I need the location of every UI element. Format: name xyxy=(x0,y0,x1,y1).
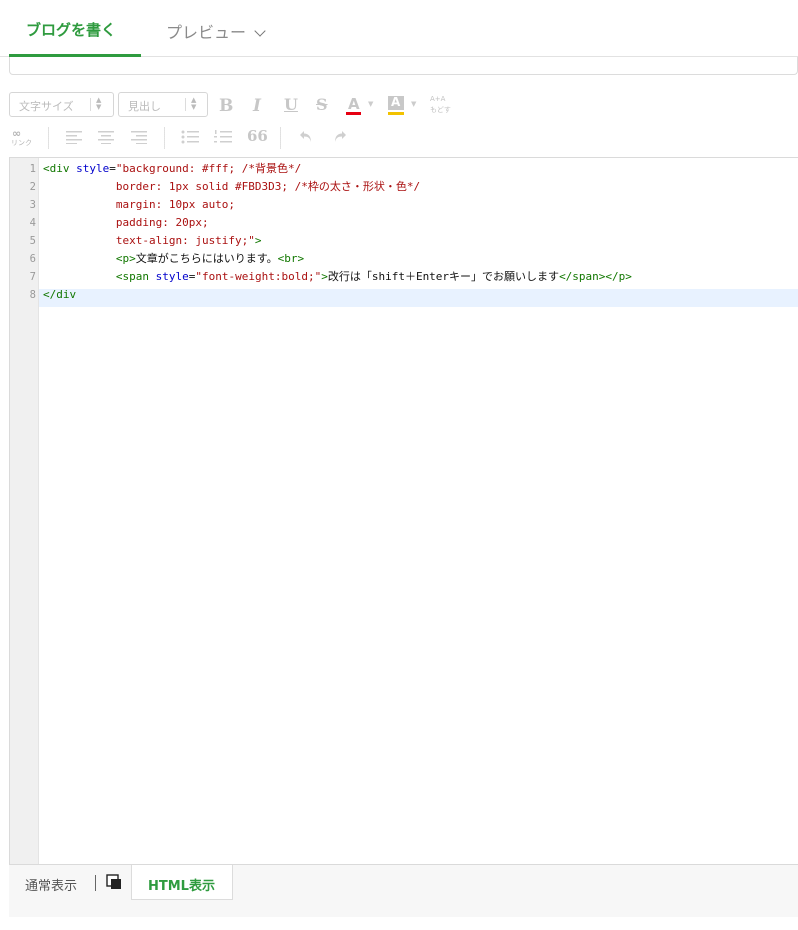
reset-format-top: A+A xyxy=(430,95,446,103)
select-arrows-icon: ▲ ▼ xyxy=(191,96,197,111)
code-line[interactable]: <p>文章がこちらにはいります。<br> xyxy=(43,250,304,268)
code-token: border: 1px solid #FBD3D3; /*枠の太さ・形状・色*/ xyxy=(43,180,421,193)
code-line[interactable]: border: 1px solid #FBD3D3; /*枠の太さ・形状・色*/ xyxy=(43,178,420,196)
dropdown-arrow-icon: ▼ xyxy=(411,100,417,108)
line-number: 6 xyxy=(29,253,36,265)
code-token: </div xyxy=(43,288,77,301)
code-token: padding: 20px; xyxy=(43,216,209,229)
quote-icon[interactable]: 66 xyxy=(247,127,268,145)
toolbar-divider xyxy=(48,127,49,149)
tab-preview[interactable]: プレビュー xyxy=(166,19,266,43)
font-size-select-label: 文字サイズ xyxy=(19,100,74,113)
code-token: = xyxy=(109,162,116,175)
reset-format-bottom: もどす xyxy=(430,106,451,114)
view-mode-bar: 通常表示 HTML表示 xyxy=(0,865,798,930)
heading-select-label: 見出し xyxy=(128,100,161,113)
heading-select[interactable]: 見出し ▲ ▼ xyxy=(118,92,208,117)
line-number: 8 xyxy=(29,289,36,301)
code-token: > xyxy=(254,234,262,247)
select-arrows-icon: ▲ ▼ xyxy=(96,96,102,111)
active-line-highlight xyxy=(39,289,798,307)
bg-color-swatch xyxy=(388,112,404,115)
font-color-swatch xyxy=(346,112,361,115)
code-token: style xyxy=(155,270,189,283)
line-number: 4 xyxy=(29,217,36,229)
code-line[interactable]: margin: 10px auto; xyxy=(43,196,235,214)
line-number-gutter: 1 2 3 4 5 6 7 8 xyxy=(10,158,39,864)
code-token: </span></p> xyxy=(559,270,632,283)
window-toggle-icon[interactable] xyxy=(106,874,122,890)
bg-color-glyph: A xyxy=(391,95,401,109)
view-mode-strip xyxy=(9,865,798,917)
code-token: margin: 10px auto; xyxy=(43,198,236,211)
tab-divider xyxy=(95,875,96,891)
code-line[interactable]: text-align: justify;"> xyxy=(43,232,262,250)
link-button[interactable]: ∞ リンク xyxy=(11,127,35,149)
bullet-list-icon[interactable] xyxy=(181,130,199,144)
select-divider xyxy=(185,98,186,111)
chevron-down-icon xyxy=(254,25,266,37)
code-line[interactable]: <span style="font-weight:bold;">改行は「shif… xyxy=(43,268,632,286)
background-color-button[interactable]: A ▼ xyxy=(388,95,418,115)
code-line[interactable]: <div style="background: #fff; /*背景色*/ xyxy=(43,160,301,178)
tab-html-label: HTML表示 xyxy=(148,879,215,894)
toolbar-divider xyxy=(164,127,165,149)
code-token: 改行は「shift＋Enterキー」でお願いします xyxy=(327,270,560,283)
tab-html-view[interactable]: HTML表示 xyxy=(131,865,233,900)
font-size-select[interactable]: 文字サイズ ▲ ▼ xyxy=(9,92,114,117)
italic-button[interactable]: I xyxy=(253,96,261,116)
tab-normal-view[interactable]: 通常表示 xyxy=(25,875,77,894)
tab-write-blog[interactable]: ブログを書く xyxy=(9,0,141,57)
align-right-icon[interactable] xyxy=(131,130,147,144)
code-token: 文章がこちらにはいります。 xyxy=(135,252,278,265)
editor-mode-tabs: ブログを書く プレビュー xyxy=(0,0,798,57)
code-token: > xyxy=(321,270,328,283)
toolbar-divider xyxy=(280,127,281,149)
line-number: 5 xyxy=(29,235,36,247)
dropdown-arrow-icon: ▼ xyxy=(368,100,374,108)
line-number: 7 xyxy=(29,271,36,283)
undo-icon[interactable] xyxy=(299,130,314,143)
code-token: style xyxy=(76,162,110,175)
code-token: <br> xyxy=(277,252,305,265)
title-input[interactable] xyxy=(9,57,798,75)
bold-button[interactable]: B xyxy=(219,96,233,116)
numbered-list-icon[interactable] xyxy=(214,130,232,144)
line-number: 3 xyxy=(29,199,36,211)
redo-icon[interactable] xyxy=(332,130,347,143)
align-left-icon[interactable] xyxy=(66,130,82,144)
code-line[interactable]: padding: 20px; xyxy=(43,214,209,232)
reset-format-button[interactable]: A+A もどす xyxy=(430,95,454,117)
strikethrough-button[interactable]: S xyxy=(316,95,328,114)
code-token: text-align: justify;" xyxy=(43,234,255,247)
line-number: 2 xyxy=(29,181,36,193)
select-divider xyxy=(90,98,91,111)
code-token: "background: #fff; /*背景色*/ xyxy=(115,162,302,175)
code-line[interactable]: </div xyxy=(43,286,76,304)
html-code-editor[interactable]: 12345678 <div style="background: #fff; /… xyxy=(9,157,798,865)
underline-button[interactable]: U xyxy=(284,95,298,114)
font-color-button[interactable]: A ▼ xyxy=(345,95,375,115)
code-token: <span xyxy=(115,270,156,283)
tab-write-label: ブログを書く xyxy=(26,21,117,39)
link-label: リンク xyxy=(11,139,32,147)
code-token: <div xyxy=(43,162,77,175)
code-token: "font-weight:bold;" xyxy=(195,270,322,283)
code-token: <p> xyxy=(115,252,136,265)
align-center-icon[interactable] xyxy=(98,130,114,144)
line-number: 1 xyxy=(29,163,36,175)
tab-preview-label: プレビュー xyxy=(166,23,247,42)
font-color-glyph: A xyxy=(348,95,360,113)
